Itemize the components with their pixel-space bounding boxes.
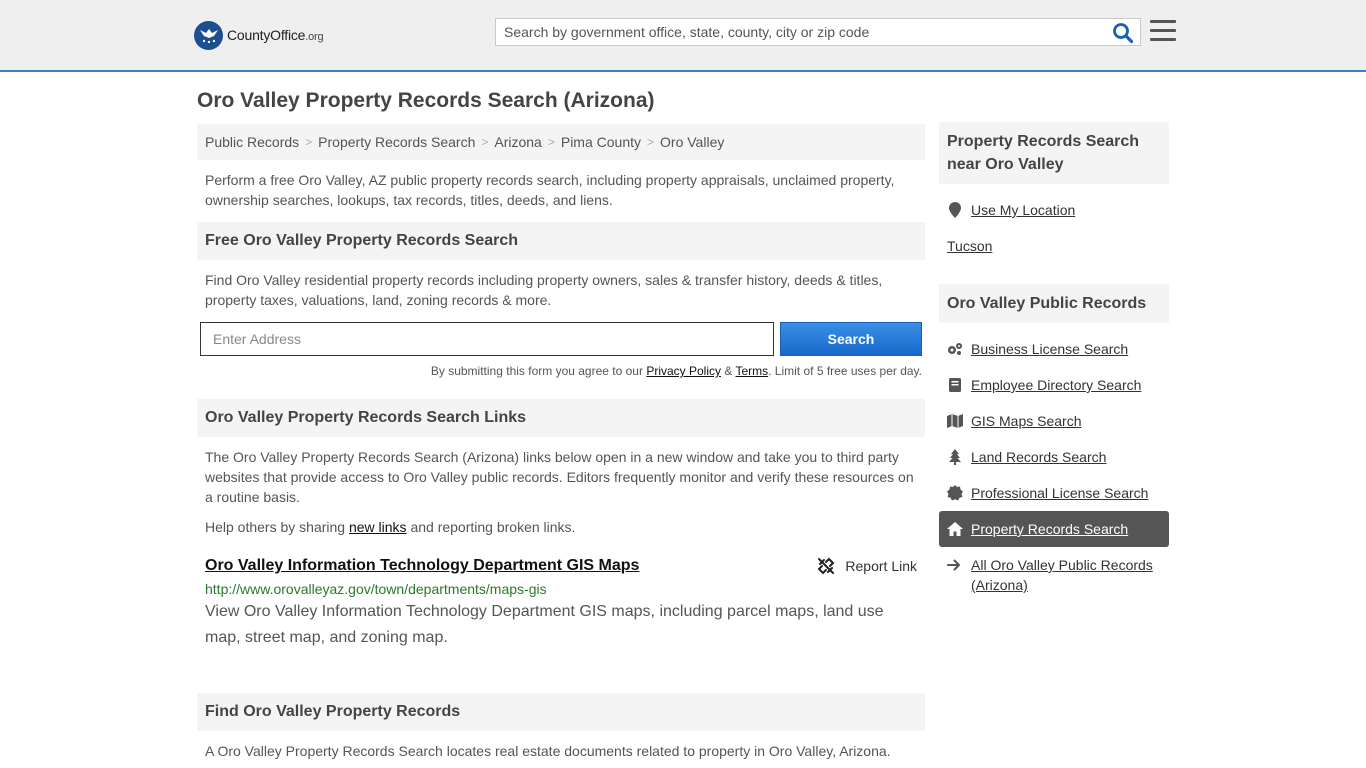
links-heading: Oro Valley Property Records Search Links	[197, 399, 925, 437]
logo-text: CountyOffice.org	[227, 27, 324, 43]
sidebar-nearby-heading: Property Records Search near Oro Valley	[939, 122, 1169, 184]
site-search-input[interactable]	[496, 19, 1096, 45]
main-content: Public Records > Property Records Search >…	[197, 124, 925, 761]
chevron-right-icon: >	[305, 135, 313, 149]
chevron-right-icon: >	[647, 135, 655, 149]
intro-text: Perform a free Oro Valley, AZ public pro…	[205, 172, 895, 208]
address-input[interactable]	[200, 322, 774, 356]
sidebar-all-records[interactable]: All Oro Valley Public Records (Arizona)	[939, 547, 1169, 603]
terms-link[interactable]: Terms	[735, 364, 768, 378]
breadcrumb-arizona[interactable]: Arizona	[494, 134, 541, 150]
sidebar-item-employee-directory[interactable]: Employee Directory Search	[939, 367, 1169, 403]
breadcrumb-current: Oro Valley	[660, 134, 725, 150]
sidebar-item-land-records[interactable]: Land Records Search	[939, 439, 1169, 475]
broken-link-icon	[817, 557, 835, 575]
map-marker-icon	[947, 202, 963, 218]
resource-url: http://www.orovalleyaz.gov/town/departme…	[205, 581, 547, 597]
find-records-text: A Oro Valley Property Records Search loc…	[205, 743, 891, 759]
home-icon	[947, 521, 963, 537]
site-logo[interactable]: CountyOffice.org	[194, 20, 324, 50]
use-my-location[interactable]: Use My Location	[939, 192, 1169, 228]
sidebar-item-business-license[interactable]: Business License Search	[939, 331, 1169, 367]
links-text: The Oro Valley Property Records Search (…	[205, 449, 914, 505]
resource-description: View Oro Valley Information Technology D…	[205, 603, 884, 646]
map-icon	[947, 413, 963, 429]
breadcrumb-pima-county[interactable]: Pima County	[561, 134, 641, 150]
find-records-heading: Find Oro Valley Property Records	[197, 693, 925, 731]
search-button[interactable]: Search	[780, 322, 922, 356]
free-search-text: Find Oro Valley residential property rec…	[205, 272, 883, 308]
search-icon[interactable]	[1112, 22, 1134, 44]
site-search	[495, 18, 1141, 46]
hamburger-menu-icon[interactable]	[1150, 20, 1176, 42]
certificate-icon	[947, 485, 963, 501]
new-links-link[interactable]: new links	[349, 519, 407, 535]
breadcrumb-public-records[interactable]: Public Records	[205, 134, 299, 150]
free-search-heading: Free Oro Valley Property Records Search	[197, 222, 925, 260]
form-disclaimer: By submitting this form you agree to our…	[430, 364, 922, 378]
breadcrumb-property-records[interactable]: Property Records Search	[318, 134, 475, 150]
sidebar-item-property-records[interactable]: Property Records Search	[939, 511, 1169, 547]
chevron-right-icon: >	[547, 135, 555, 149]
book-icon	[947, 377, 963, 393]
resource-link-item: Oro Valley Information Technology Depart…	[197, 557, 925, 651]
eagle-logo-icon	[194, 20, 223, 50]
sidebar-item-gis-maps[interactable]: GIS Maps Search	[939, 403, 1169, 439]
sidebar-item-professional-license[interactable]: Professional License Search	[939, 475, 1169, 511]
sidebar-public-records-heading: Oro Valley Public Records	[939, 284, 1169, 323]
report-link-button[interactable]: Report Link	[817, 557, 917, 575]
chevron-right-icon: >	[481, 135, 489, 149]
resource-link-title[interactable]: Oro Valley Information Technology Depart…	[205, 557, 639, 575]
site-header: CountyOffice.org	[0, 0, 1366, 72]
arrow-right-icon	[947, 555, 963, 595]
sidebar: Property Records Search near Oro Valley …	[939, 122, 1169, 603]
address-search-form: Search	[200, 322, 925, 356]
share-text: Help others by sharing new links and rep…	[205, 519, 576, 535]
privacy-policy-link[interactable]: Privacy Policy	[646, 364, 721, 378]
tree-icon	[947, 449, 963, 465]
nearby-city-tucson[interactable]: Tucson	[939, 228, 1169, 264]
breadcrumb: Public Records > Property Records Search >…	[197, 124, 925, 160]
page-title: Oro Valley Property Records Search (Ariz…	[197, 89, 655, 112]
gears-icon	[947, 341, 963, 357]
